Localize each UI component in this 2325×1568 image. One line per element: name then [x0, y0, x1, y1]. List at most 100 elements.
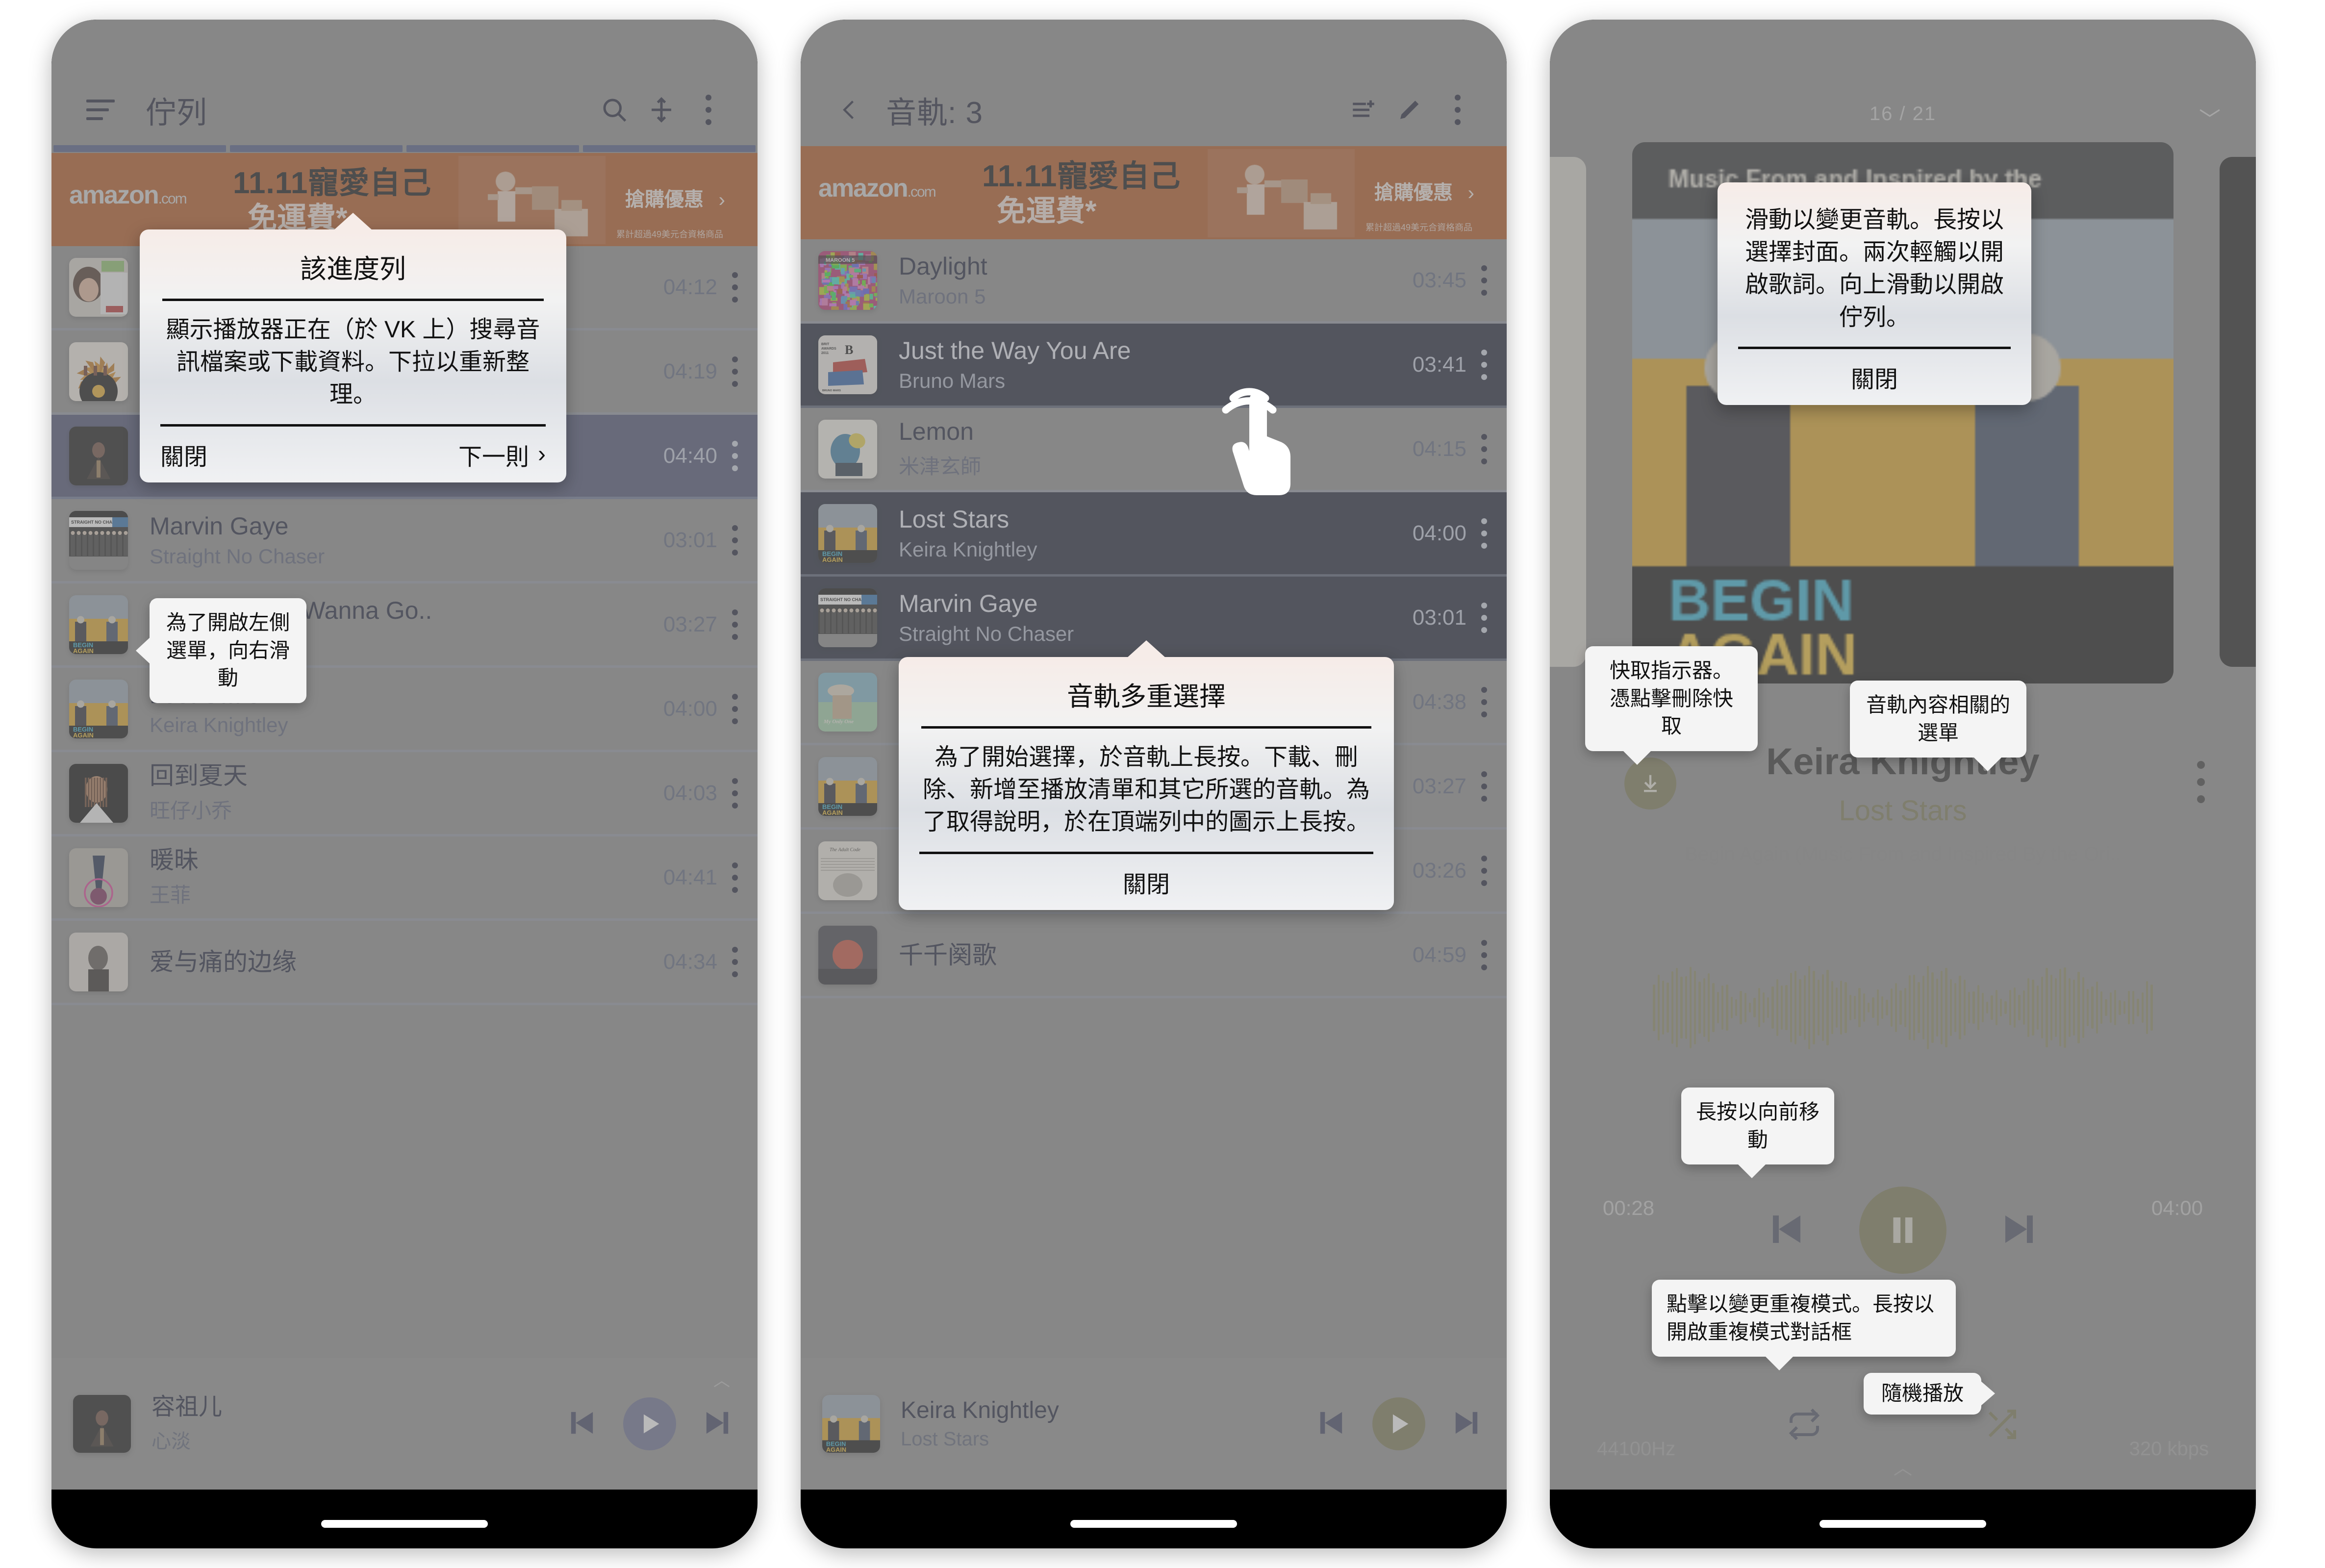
track-duration: 03:27 [663, 612, 717, 636]
kebab-icon[interactable] [1481, 771, 1487, 802]
track-cover [818, 672, 877, 732]
waveform-bar [2132, 991, 2135, 1024]
tooltip-close-button[interactable]: 關閉 [1123, 865, 1170, 899]
bubble-context-menu[interactable]: 音軌內容相關的選單 [1850, 681, 2026, 772]
bubble-prev-longpress[interactable]: 長按以向前移動 [1681, 1087, 1834, 1179]
waveform-bar [2027, 978, 2030, 1037]
chevron-down-icon[interactable]: ﹀ [2199, 102, 2221, 133]
track-counter: 16 / 21 [1869, 103, 1937, 125]
waveform-bar [1991, 995, 1993, 1020]
tooltip-close-button[interactable]: 關閉 [160, 437, 207, 472]
tooltip-close-button[interactable]: 關閉 [1851, 360, 1898, 394]
chevron-right-icon: › [718, 189, 725, 211]
page-title: 音軌: 3 [886, 96, 983, 130]
track-row[interactable]: Just the Way You Are Bruno Mars 03:41 [801, 324, 1507, 408]
track-row[interactable]: Marvin Gaye Straight No Chaser 03:01 [51, 499, 758, 583]
chevron-up-icon[interactable]: ︿ [1894, 1453, 1912, 1480]
tooltip-multi-select[interactable]: 音軌多重選擇 為了開始選擇，於音軌上長按。下載、刪除、新增至播放清單和其它所選的… [899, 640, 1394, 910]
tooltip-progress-bar[interactable]: 該進度列 顯示播放器正在（於 VK 上）搜尋音訊檔案或下載資料。下拉以重新整理。… [140, 213, 566, 482]
play-icon[interactable] [1372, 1397, 1425, 1450]
kebab-icon[interactable] [732, 440, 738, 471]
waveform-bar [1922, 975, 1925, 1040]
track-duration: 03:45 [1412, 268, 1466, 292]
kebab-icon[interactable] [1481, 686, 1487, 717]
ad-banner[interactable]: amazon.com 11.11寵愛自己 免運費* 搶購優惠 › 累計超過49美… [801, 146, 1507, 239]
artwork-prev-peek[interactable] [1550, 157, 1586, 667]
track-row[interactable]: Lemon 米津玄師 04:15 [801, 408, 1507, 492]
amazon-logo: amazon.com [69, 181, 187, 209]
waveform-bar [1918, 982, 1920, 1034]
sort-add-icon[interactable] [1340, 86, 1387, 133]
track-title: Just the Way You Are [899, 336, 1131, 364]
search-icon[interactable] [591, 86, 638, 133]
banner-cta[interactable]: 搶購優惠 [625, 183, 704, 212]
waveform-bar [2091, 986, 2094, 1029]
track-row[interactable]: Daylight Maroon 5 03:45 [801, 239, 1507, 324]
track-title: 爱与痛的边缘 [150, 948, 297, 976]
skip-previous-icon[interactable] [563, 1404, 601, 1444]
tooltip-next-button[interactable]: 下一則 › [458, 437, 546, 472]
track-duration: 04:00 [1412, 521, 1466, 545]
kebab-icon[interactable] [685, 86, 732, 133]
track-duration: 03:26 [1412, 858, 1466, 883]
kebab-icon[interactable] [732, 272, 738, 303]
track-cover [818, 419, 877, 479]
skip-previous-icon[interactable] [1763, 1206, 1810, 1255]
waveform-bar [1653, 984, 1655, 1031]
track-row[interactable]: 回到夏天 旺仔小乔 04:03 [51, 752, 758, 836]
appbar-queue: 佇列 [51, 74, 758, 146]
kebab-icon[interactable] [732, 778, 738, 809]
bubble-repeat-mode[interactable]: 點擊以變更重複模式。長按以開啟重複模式對話框 [1652, 1280, 1956, 1371]
kebab-icon[interactable] [732, 525, 738, 556]
kebab-icon[interactable] [1481, 602, 1487, 633]
tooltip-artwork-gestures[interactable]: 滑動以變更音軌。長按以選擇封面。兩次輕觸以開啟歌詞。向上滑動以開啟佇列。 關閉 [1718, 182, 2031, 405]
waveform-bar [1657, 975, 1660, 1040]
bubble-cache-indicator[interactable]: 快取指示器。憑點擊刪除快取 [1585, 646, 1758, 765]
track-duration: 04:15 [1412, 436, 1466, 461]
waveform-seekbar[interactable] [1550, 961, 2256, 1054]
kebab-icon[interactable] [1481, 433, 1487, 464]
kebab-icon[interactable] [1481, 855, 1487, 886]
play-icon[interactable] [623, 1397, 676, 1450]
repeat-icon[interactable] [1787, 1407, 1822, 1444]
banner-cta[interactable]: 搶購優惠 [1374, 177, 1453, 205]
kebab-icon[interactable] [732, 693, 738, 724]
skip-previous-icon[interactable] [1313, 1404, 1350, 1444]
waveform-bar [1799, 979, 1801, 1037]
bubble-shuffle[interactable]: 隨機播放 [1864, 1373, 1995, 1415]
back-chevron-icon[interactable] [826, 86, 873, 133]
skip-next-icon[interactable] [699, 1404, 736, 1444]
artwork-next-peek[interactable] [2220, 157, 2256, 667]
track-duration: 03:27 [1412, 774, 1466, 798]
track-title: Lost Stars [899, 505, 1010, 533]
kebab-icon[interactable] [1481, 939, 1487, 970]
waveform-bar [2068, 978, 2071, 1037]
pause-icon[interactable] [1859, 1187, 1946, 1274]
shuffle-icon[interactable] [1984, 1407, 2019, 1444]
hamburger-icon[interactable] [77, 86, 124, 133]
skip-next-icon[interactable] [1448, 1404, 1485, 1444]
waveform-bar [2014, 987, 2016, 1028]
track-row[interactable]: 暖昧 王菲 04:41 [51, 836, 758, 921]
kebab-icon[interactable] [1481, 349, 1487, 380]
pencil-icon[interactable] [1387, 86, 1434, 133]
move-icon[interactable] [638, 86, 685, 133]
kebab-icon[interactable] [1434, 86, 1481, 133]
mini-player-tracks[interactable]: Keira Knightley Lost Stars [801, 1358, 1507, 1490]
bubble-open-left-menu[interactable]: 為了開啟左側選單，向右滑動 [136, 598, 306, 704]
mini-player-queue[interactable]: 容祖儿 心淡 ︿ [51, 1358, 758, 1490]
chevron-up-icon[interactable]: ︿ [713, 1367, 730, 1391]
waveform-bar [2141, 992, 2144, 1023]
track-row[interactable]: 爱与痛的边缘 04:34 [51, 921, 758, 1005]
kebab-icon[interactable] [1481, 265, 1487, 296]
skip-next-icon[interactable] [1996, 1206, 2043, 1255]
kebab-icon[interactable] [732, 862, 738, 893]
track-row[interactable]: Lost Stars Keira Knightley 04:00 [801, 492, 1507, 577]
kebab-icon[interactable] [1481, 518, 1487, 549]
kebab-icon[interactable] [732, 609, 738, 640]
kebab-icon[interactable] [732, 946, 738, 977]
kebab-icon[interactable] [2197, 761, 2205, 803]
waveform-bar [2046, 968, 2048, 1047]
kebab-icon[interactable] [732, 356, 738, 387]
track-row[interactable]: 千千阕歌 04:59 [801, 914, 1507, 998]
